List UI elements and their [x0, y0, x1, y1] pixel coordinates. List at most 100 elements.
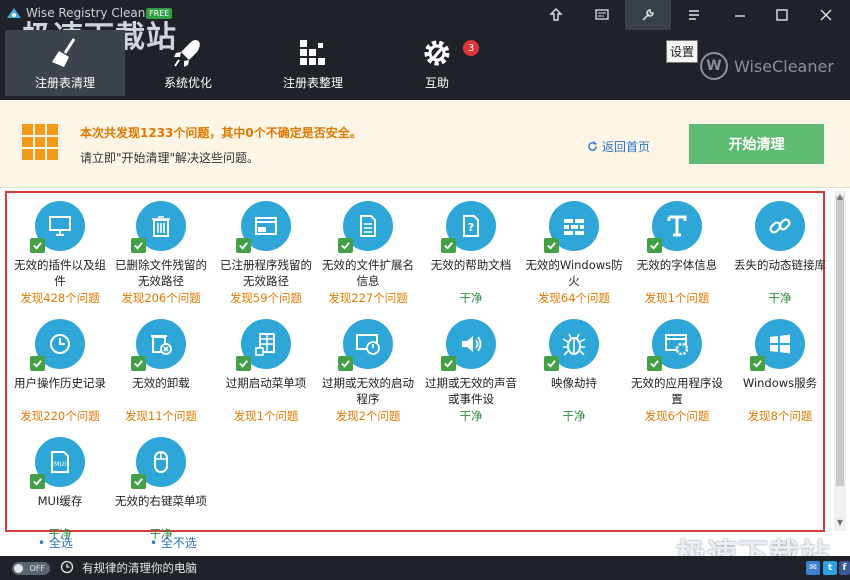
category-item[interactable]: 无效的字体信息 发现1个问题 — [627, 201, 727, 306]
blocks-icon — [300, 40, 325, 65]
category-item[interactable]: 过期启动菜单项 发现1个问题 — [216, 319, 316, 424]
item-name: 过期启动菜单项 — [225, 376, 307, 390]
trash-icon — [131, 201, 186, 253]
windows-icon — [750, 319, 805, 371]
item-name: 无效的字体信息 — [636, 258, 718, 272]
summary-hint: 请立即"开始清理"解决这些问题。 — [80, 151, 260, 165]
item-status: 发现1个问题 — [644, 291, 710, 305]
checkbox[interactable] — [131, 474, 146, 489]
maximize-button[interactable] — [759, 0, 805, 30]
mui-icon: MUI — [30, 437, 85, 489]
item-status: 发现6个问题 — [644, 409, 710, 423]
refresh-icon — [588, 141, 597, 151]
category-item[interactable]: 用户操作历史记录 发现220个问题 — [10, 319, 110, 424]
brand-name: WiseCleaner — [734, 56, 834, 76]
scroll-up-icon[interactable]: ▲ — [835, 192, 845, 202]
category-item[interactable]: 过期或无效的声音或事件设 干净 — [421, 319, 521, 424]
category-item[interactable]: ? 无效的帮助文档 干净 — [421, 201, 521, 306]
item-name: 过期或无效的声音或事件设 — [425, 376, 517, 406]
checkbox[interactable] — [131, 238, 146, 253]
category-item[interactable]: 过期或无效的启动程序 发现2个问题 — [318, 319, 418, 424]
email-icon[interactable]: ✉ — [806, 561, 820, 575]
window-icon — [236, 201, 291, 253]
link-icon — [755, 201, 805, 251]
svg-text:?: ? — [468, 221, 474, 234]
checkbox[interactable] — [750, 356, 765, 371]
scrollbar-thumb[interactable] — [836, 196, 844, 486]
scroll-down-icon[interactable]: ▼ — [835, 518, 845, 528]
broom-icon — [52, 38, 76, 67]
tab-label: 系统优化 — [163, 76, 212, 90]
bug-icon — [544, 319, 599, 371]
item-name: 过期或无效的启动程序 — [322, 376, 414, 406]
clock-icon — [60, 560, 74, 574]
monitor-icon — [30, 201, 85, 253]
tab-mutual-help[interactable]: 互助 — [377, 30, 497, 96]
checkbox[interactable] — [647, 356, 662, 371]
checkbox[interactable] — [30, 356, 45, 371]
tab-registry-cleaner[interactable]: 注册表清理 — [5, 30, 125, 96]
minimize-button[interactable] — [717, 0, 763, 30]
select-none-link[interactable]: • 全不选 — [150, 534, 197, 551]
checkbox[interactable] — [338, 238, 353, 253]
checkbox[interactable] — [544, 238, 559, 253]
checkbox[interactable] — [236, 356, 251, 371]
facebook-icon[interactable]: f — [839, 561, 850, 575]
category-item[interactable]: 无效的文件扩展名信息 发现227个问题 — [318, 201, 418, 306]
settings-button[interactable] — [625, 0, 671, 30]
feedback-button[interactable] — [579, 0, 625, 30]
tab-registry-defrag[interactable]: 注册表整理 — [253, 30, 373, 96]
history-icon — [30, 319, 85, 371]
category-item[interactable]: 无效的卸载 发现11个问题 — [111, 319, 211, 424]
upgrade-button[interactable] — [533, 0, 579, 30]
tab-system-optimize[interactable]: 系统优化 — [128, 30, 248, 96]
category-item[interactable]: 已注册程序残留的无效路径 发现59个问题 — [216, 201, 316, 306]
checkbox[interactable] — [338, 356, 353, 371]
status-text: 有规律的清理你的电脑 — [82, 561, 197, 575]
checkbox[interactable] — [30, 474, 45, 489]
item-status: 干净 — [459, 409, 483, 423]
gear-icon — [424, 40, 450, 66]
category-item[interactable]: 映像劫持 干净 — [524, 319, 624, 424]
select-all-link[interactable]: • 全选 — [38, 534, 73, 551]
back-home-link[interactable]: 返回首页 — [587, 138, 650, 155]
item-name: 无效的卸载 — [132, 376, 190, 390]
checkbox[interactable] — [441, 238, 456, 253]
item-status: 干净 — [562, 409, 586, 423]
category-item[interactable]: Windows服务 发现8个问题 — [730, 319, 830, 424]
tab-label: 互助 — [424, 76, 449, 90]
menu-button[interactable] — [671, 0, 717, 30]
item-name: 无效的插件以及组件 — [14, 258, 106, 288]
item-status: 发现2个问题 — [335, 409, 401, 423]
category-item[interactable]: 无效的插件以及组件 发现428个问题 — [10, 201, 110, 306]
checkbox[interactable] — [131, 356, 146, 371]
category-item[interactable]: 丢失的动态链接库 干净 — [730, 201, 830, 306]
minimize-icon — [735, 15, 745, 17]
start-menu-icon — [236, 319, 291, 371]
start-clean-button[interactable]: 开始清理 — [689, 124, 824, 164]
category-item[interactable]: 无效的右键菜单项 干净 — [111, 437, 211, 542]
twitter-icon[interactable]: t — [823, 561, 837, 575]
app-window: Wise Registry Cleaner 9 FREE 极速下载站 — [0, 0, 850, 580]
item-name: 映像劫持 — [551, 376, 597, 390]
category-item[interactable]: MUI MUI缓存 干净 — [10, 437, 110, 542]
category-item[interactable]: 无效的应用程序设置 发现6个问题 — [627, 319, 727, 424]
message-icon — [595, 9, 609, 20]
checkbox[interactable] — [441, 356, 456, 371]
category-item[interactable]: 已删除文件残留的无效路径 发现206个问题 — [111, 201, 211, 306]
checkbox[interactable] — [30, 238, 45, 253]
firewall-icon — [544, 201, 599, 253]
power-icon — [338, 319, 393, 371]
grid-icon — [22, 124, 58, 160]
scheduled-clean-toggle[interactable]: OFF — [12, 562, 50, 575]
checkbox[interactable] — [647, 238, 662, 253]
item-status: 发现1个问题 — [233, 409, 299, 423]
category-item[interactable]: 无效的Windows防火 发现64个问题 — [524, 201, 624, 306]
checkbox[interactable] — [236, 238, 251, 253]
close-button[interactable] — [803, 0, 849, 30]
item-status: 发现64个问题 — [537, 291, 611, 305]
maximize-icon — [776, 9, 788, 21]
upload-icon — [549, 8, 563, 21]
back-home-label: 返回首页 — [602, 140, 651, 154]
checkbox[interactable] — [544, 356, 559, 371]
